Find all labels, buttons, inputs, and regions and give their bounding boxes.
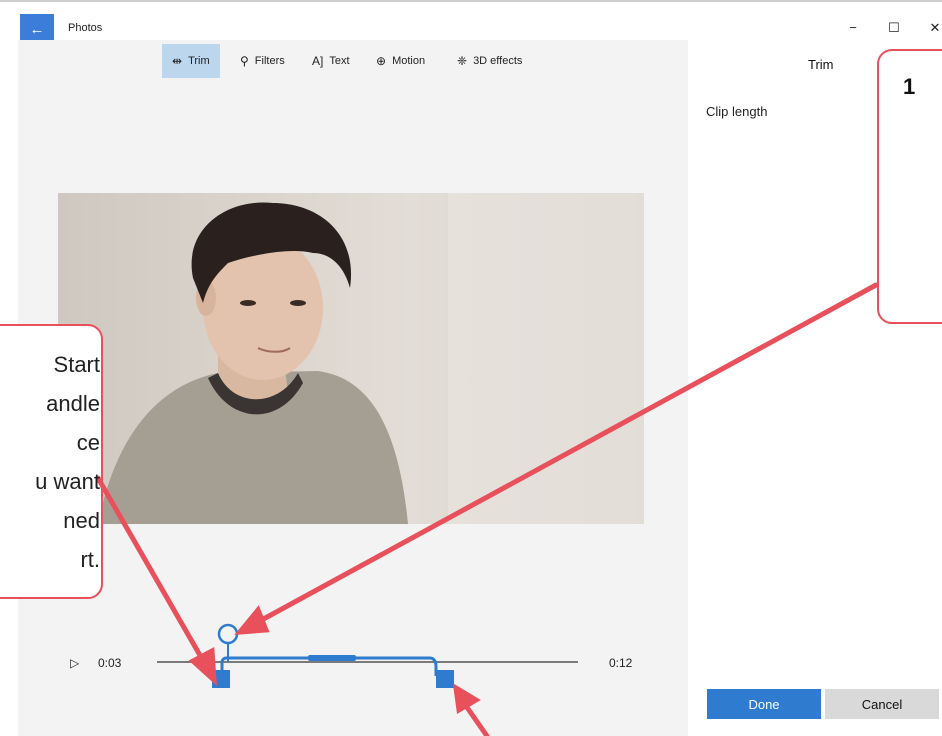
end-time: 0:12: [609, 656, 633, 670]
callout-line: andle: [46, 391, 100, 416]
callout-line: u want: [35, 469, 100, 494]
done-button[interactable]: Done: [707, 689, 821, 719]
callout-line: Start: [53, 352, 100, 377]
tab-filters[interactable]: ⚲ Filters: [240, 44, 285, 78]
photos-app-window: ← Photos − ☐ ✕ ⇹ Trim ⚲ Filters A] Text …: [0, 0, 942, 736]
tab-label: Trim: [188, 55, 210, 67]
filters-icon: ⚲: [240, 54, 249, 68]
close-button[interactable]: ✕: [925, 20, 942, 36]
callout-line: ned: [63, 508, 100, 533]
text-icon: A]: [312, 54, 324, 68]
tab-trim[interactable]: ⇹ Trim: [162, 44, 220, 78]
back-arrow-icon: ←: [29, 20, 45, 38]
start-time: 0:03: [98, 656, 122, 670]
title-bar: ← Photos − ☐ ✕: [0, 0, 942, 44]
tab-label: Motion: [392, 55, 426, 67]
play-icon[interactable]: ▷: [70, 656, 79, 670]
right-callout-number: 1: [903, 74, 916, 99]
tab-text[interactable]: A] Text: [312, 44, 350, 78]
cancel-button[interactable]: Cancel: [825, 689, 939, 719]
tab-label: Text: [329, 55, 350, 67]
panel-title: Trim: [808, 57, 834, 72]
tab-label: 3D effects: [473, 55, 523, 67]
callout-line: rt.: [80, 547, 100, 572]
maximize-button[interactable]: ☐: [884, 20, 904, 36]
left-callout-text: Start andle ce u want ned rt.: [0, 345, 100, 579]
callout-line: ce: [76, 430, 100, 455]
app-title: Photos: [68, 22, 103, 34]
trim-icon: ⇹: [172, 54, 183, 68]
video-frame-image: [58, 193, 644, 524]
3d-effects-icon: ❈: [457, 54, 468, 68]
motion-icon: ⊕: [376, 54, 387, 68]
clip-length-label: Clip length: [706, 104, 768, 119]
tab-motion[interactable]: ⊕ Motion: [376, 44, 425, 78]
tab-label: Filters: [254, 55, 285, 67]
minimize-button[interactable]: −: [843, 20, 863, 35]
trim-panel: [688, 42, 942, 736]
video-preview: [58, 193, 644, 524]
tab-3d-effects[interactable]: ❈ 3D effects: [457, 44, 522, 78]
